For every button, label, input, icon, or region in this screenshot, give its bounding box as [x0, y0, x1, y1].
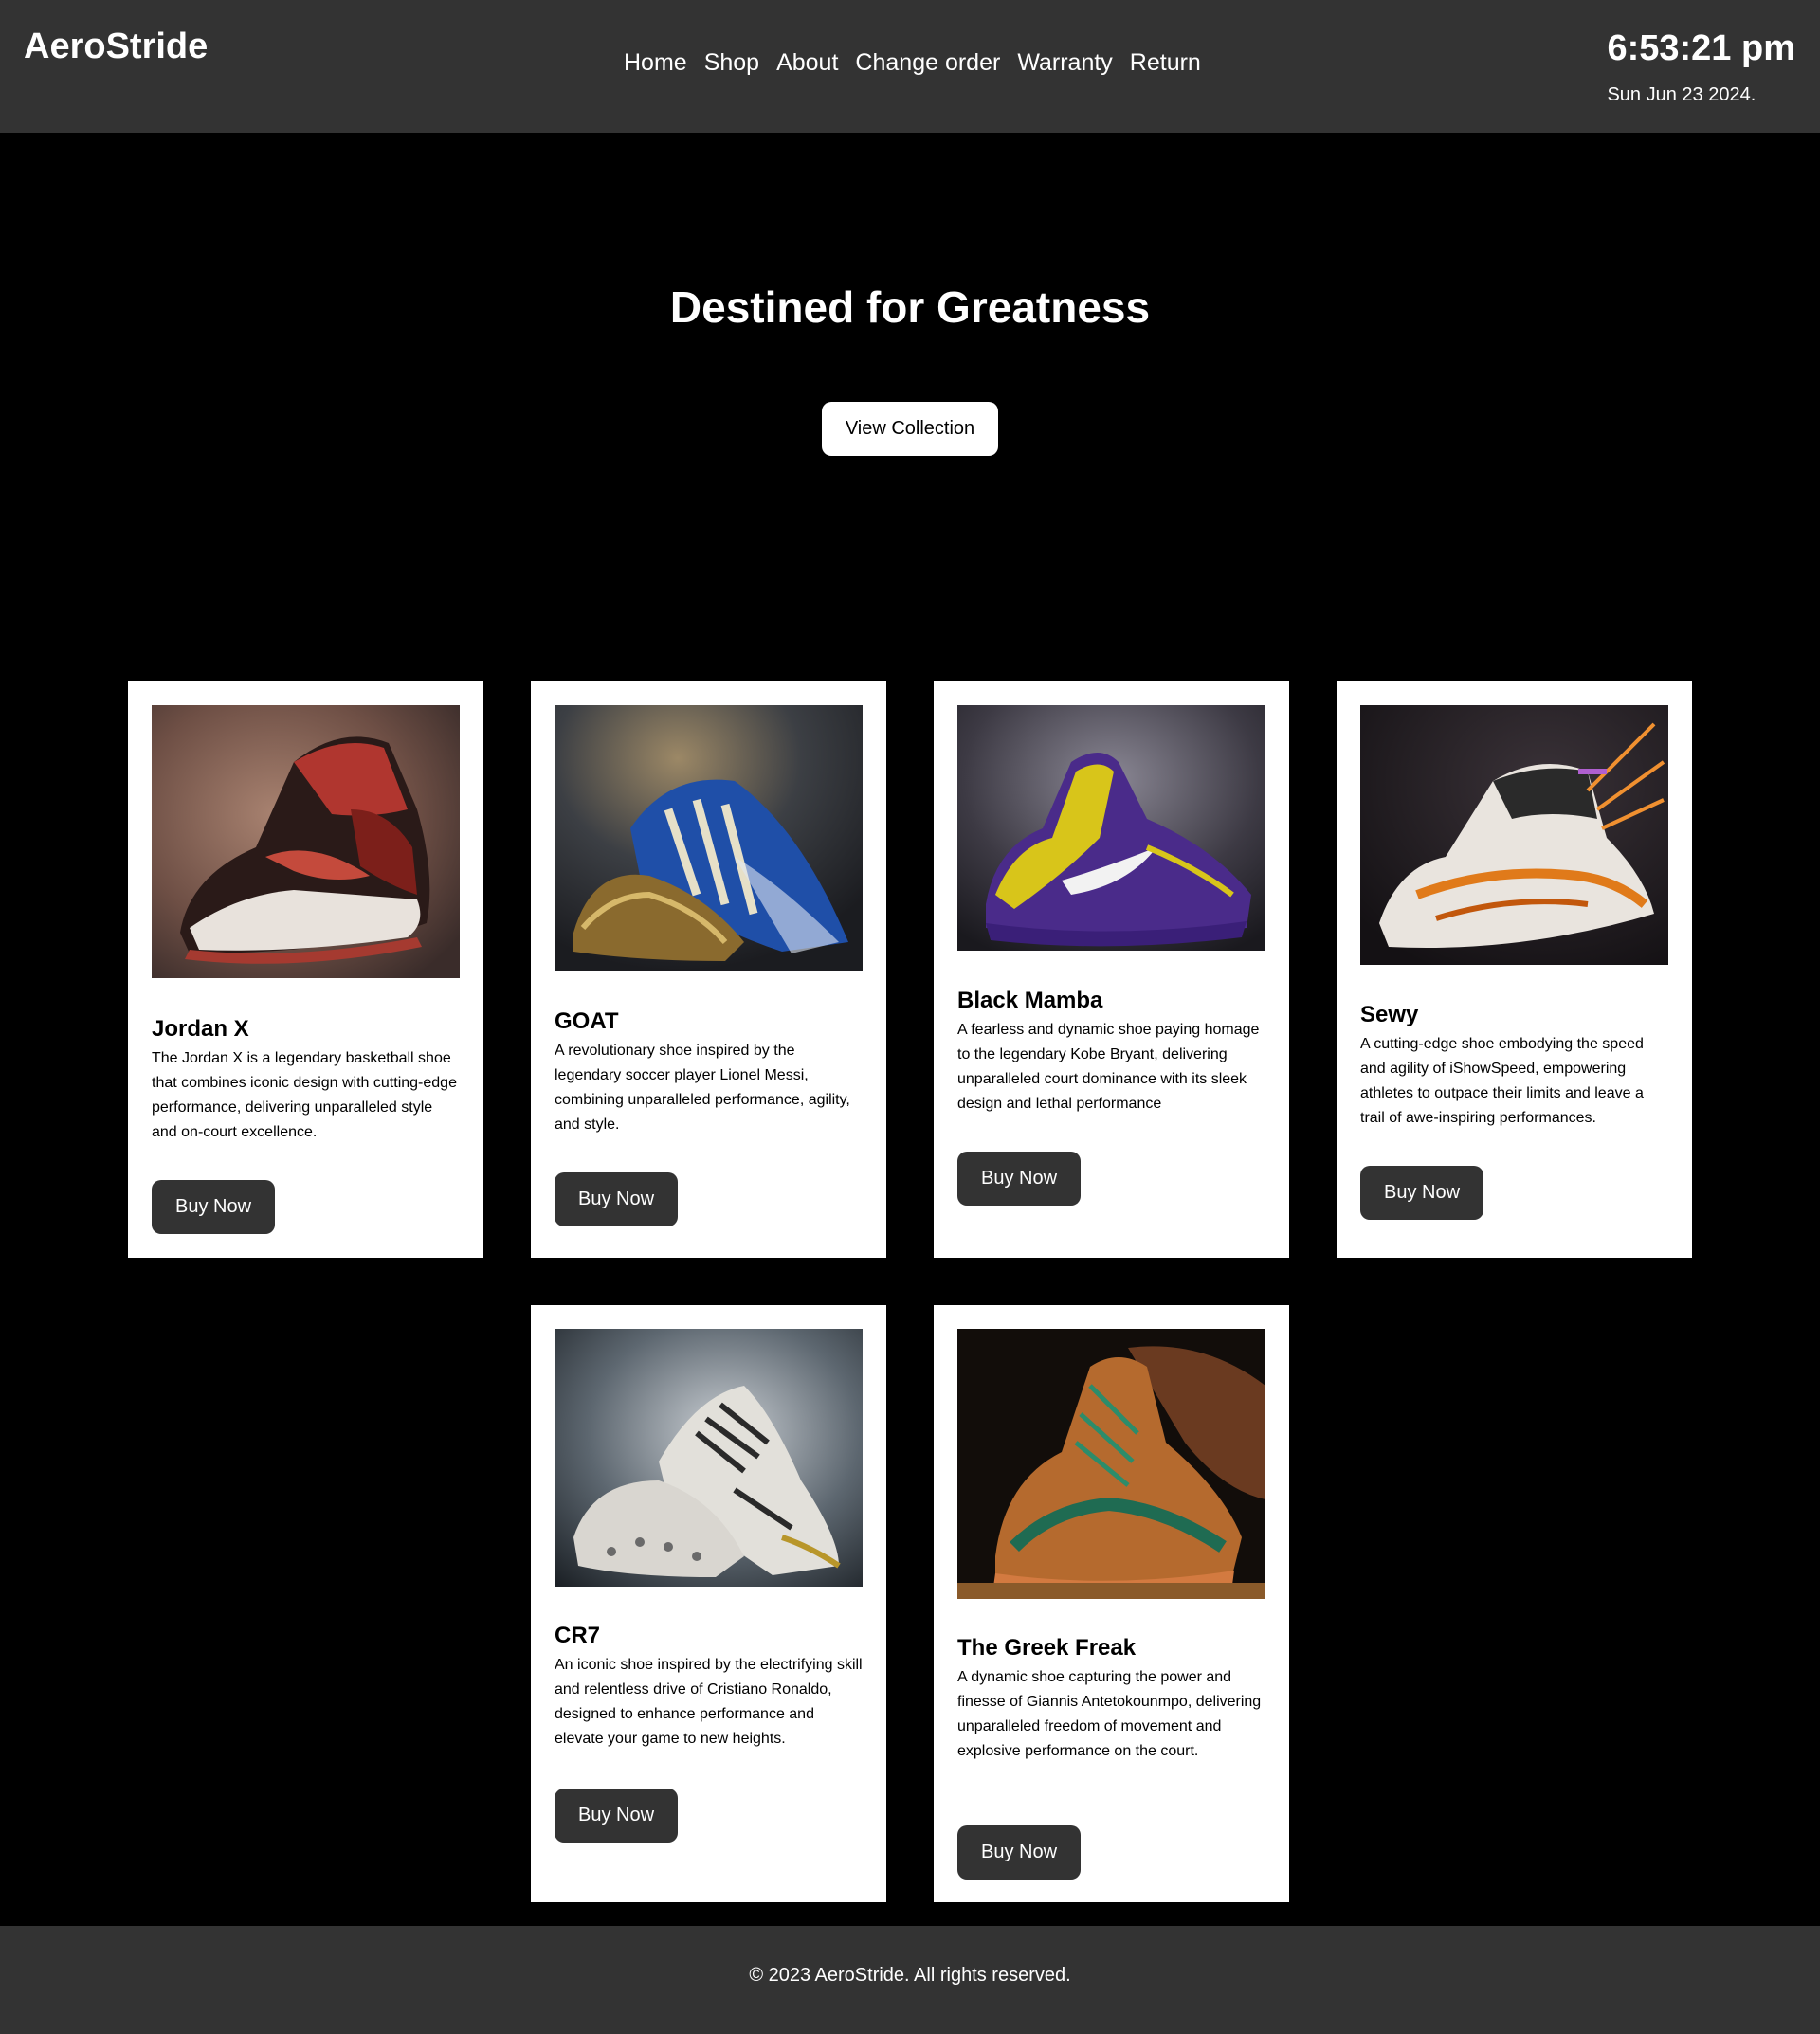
- nav-link-return[interactable]: Return: [1130, 49, 1201, 77]
- product-image-cr7: [555, 1329, 863, 1587]
- product-card-black-mamba: Black Mamba A fearless and dynamic shoe …: [934, 681, 1289, 1258]
- product-name-sewy: Sewy: [1360, 1002, 1419, 1027]
- product-card-sewy: Sewy A cutting-edge shoe embodying the s…: [1337, 681, 1692, 1258]
- product-description-cr7: An iconic shoe inspired by the electrify…: [555, 1657, 863, 1747]
- product-image-the-greek-freak: [957, 1329, 1265, 1599]
- hero-title: Destined for Greatness: [669, 282, 1151, 332]
- product-image-black-mamba: [957, 705, 1265, 951]
- product-card-cr7: CR7 An iconic shoe inspired by the elect…: [531, 1305, 886, 1902]
- product-name-the-greek-freak: The Greek Freak: [957, 1635, 1137, 1661]
- site-header: AeroStride Home Shop About Change order …: [0, 0, 1820, 133]
- nav-link-change-order[interactable]: Change order: [855, 49, 1000, 77]
- product-card-the-greek-freak: The Greek Freak A dynamic shoe capturing…: [934, 1305, 1289, 1902]
- product-name-goat: GOAT: [555, 1008, 619, 1034]
- product-name-jordan-x: Jordan X: [152, 1016, 249, 1042]
- product-description-goat: A revolutionary shoe inspired by the leg…: [555, 1043, 850, 1133]
- product-description-jordan-x: The Jordan X is a legendary basketball s…: [152, 1050, 457, 1140]
- brand-logo[interactable]: AeroStride: [24, 27, 208, 67]
- product-description-sewy: A cutting-edge shoe embodying the speed …: [1360, 1036, 1644, 1126]
- nav-link-shop[interactable]: Shop: [704, 49, 759, 77]
- view-collection-button[interactable]: View Collection: [822, 402, 998, 456]
- main-nav: Home Shop About Change order Warranty Re…: [624, 49, 1201, 77]
- product-image-goat: [555, 705, 863, 971]
- clock-date: Sun Jun 23 2024.: [1607, 84, 1756, 105]
- buy-now-button-the-greek-freak[interactable]: Buy Now: [957, 1825, 1081, 1880]
- clock: 6:53:21 pm Sun Jun 23 2024.: [1607, 28, 1795, 106]
- buy-now-button-goat[interactable]: Buy Now: [555, 1172, 678, 1226]
- copyright-text: © 2023 AeroStride. All rights reserved.: [749, 1965, 1071, 1986]
- nav-link-home[interactable]: Home: [624, 49, 687, 77]
- product-card-goat: GOAT A revolutionary shoe inspired by th…: [531, 681, 886, 1258]
- nav-link-warranty[interactable]: Warranty: [1017, 49, 1112, 77]
- buy-now-button-black-mamba[interactable]: Buy Now: [957, 1152, 1081, 1206]
- product-image-sewy: [1360, 705, 1668, 965]
- product-name-black-mamba: Black Mamba: [957, 988, 1103, 1013]
- buy-now-button-sewy[interactable]: Buy Now: [1360, 1166, 1483, 1220]
- buy-now-button-cr7[interactable]: Buy Now: [555, 1789, 678, 1843]
- product-description-black-mamba: A fearless and dynamic shoe paying homag…: [957, 1022, 1260, 1112]
- product-name-cr7: CR7: [555, 1623, 601, 1648]
- buy-now-button-jordan-x[interactable]: Buy Now: [152, 1180, 275, 1234]
- site-footer: © 2023 AeroStride. All rights reserved.: [0, 1926, 1820, 2034]
- product-description-the-greek-freak: A dynamic shoe capturing the power and f…: [957, 1669, 1262, 1759]
- nav-link-about[interactable]: About: [776, 49, 838, 77]
- product-image-jordan-x: [152, 705, 460, 978]
- product-card-jordan-x: Jordan X The Jordan X is a legendary bas…: [128, 681, 483, 1258]
- clock-time: 6:53:21 pm: [1607, 28, 1795, 68]
